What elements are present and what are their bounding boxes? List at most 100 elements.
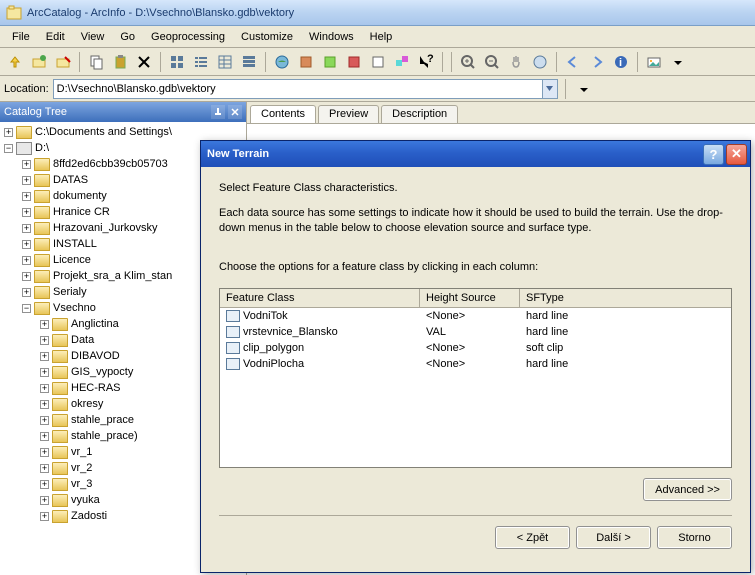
tree-node-label: stahle_prace (71, 414, 134, 426)
cancel-button[interactable]: Storno (657, 526, 732, 549)
launch-arcmap-icon[interactable] (271, 51, 293, 73)
sftype-cell[interactable]: soft clip (520, 341, 731, 355)
back-icon[interactable] (562, 51, 584, 73)
location-dropdown-icon[interactable] (543, 79, 558, 99)
sftype-cell[interactable]: hard line (520, 309, 731, 323)
expand-icon[interactable]: + (40, 512, 49, 521)
expand-icon[interactable]: + (40, 448, 49, 457)
tool5-icon[interactable] (391, 51, 413, 73)
expand-icon[interactable]: + (40, 464, 49, 473)
zoom-in-icon[interactable] (457, 51, 479, 73)
expand-icon[interactable]: + (40, 496, 49, 505)
location-input[interactable]: D:\Vsechno\Blansko.gdb\vektory (53, 79, 543, 99)
tab-preview[interactable]: Preview (318, 105, 379, 123)
tab-contents[interactable]: Contents (250, 105, 316, 123)
height-source-cell[interactable]: VAL (420, 325, 520, 339)
catalog-tree-header: Catalog Tree (0, 102, 246, 122)
expand-icon[interactable]: + (40, 368, 49, 377)
pin-icon[interactable] (211, 105, 225, 119)
tree-node-label: 8ffd2ed6cbb39cb05703 (53, 158, 168, 170)
height-source-cell[interactable]: <None> (420, 357, 520, 371)
menu-help[interactable]: Help (362, 28, 401, 46)
menu-view[interactable]: View (73, 28, 113, 46)
expand-icon[interactable]: + (22, 288, 31, 297)
menu-customize[interactable]: Customize (233, 28, 301, 46)
collapse-icon[interactable]: − (4, 144, 13, 153)
folder-icon (34, 302, 50, 315)
full-extent-icon[interactable] (529, 51, 551, 73)
large-icons-icon[interactable] (166, 51, 188, 73)
expand-icon[interactable]: + (22, 240, 31, 249)
folder-icon (52, 350, 68, 363)
expand-icon[interactable]: + (40, 480, 49, 489)
zoom-out-icon[interactable] (481, 51, 503, 73)
menu-file[interactable]: File (4, 28, 38, 46)
advanced-button[interactable]: Advanced >> (643, 478, 732, 501)
paste-icon[interactable] (109, 51, 131, 73)
tool4-icon[interactable] (367, 51, 389, 73)
menu-geoprocessing[interactable]: Geoprocessing (143, 28, 233, 46)
disconnect-folder-icon[interactable] (52, 51, 74, 73)
close-panel-icon[interactable] (228, 105, 242, 119)
collapse-icon[interactable]: − (22, 304, 31, 313)
expand-icon[interactable]: + (40, 416, 49, 425)
menu-edit[interactable]: Edit (38, 28, 73, 46)
expand-icon[interactable]: + (22, 256, 31, 265)
tool-icon[interactable] (295, 51, 317, 73)
expand-icon[interactable]: + (40, 384, 49, 393)
col-sftype[interactable]: SFType (520, 289, 731, 307)
tree-node-label: Vsechno (53, 302, 96, 314)
menu-go[interactable]: Go (112, 28, 143, 46)
feature-class-icon (226, 310, 240, 322)
expand-icon[interactable]: + (22, 176, 31, 185)
thumbnails-icon[interactable] (238, 51, 260, 73)
pan-icon[interactable] (505, 51, 527, 73)
feature-class-table[interactable]: Feature Class Height Source SFType Vodni… (219, 288, 732, 468)
table-row[interactable]: vrstevnice_BlanskoVALhard line (220, 324, 731, 340)
expand-icon[interactable]: + (40, 352, 49, 361)
expand-icon[interactable]: + (40, 320, 49, 329)
tool2-icon[interactable] (319, 51, 341, 73)
details-icon[interactable] (214, 51, 236, 73)
connect-folder-icon[interactable] (28, 51, 50, 73)
height-source-cell[interactable]: <None> (420, 341, 520, 355)
expand-icon[interactable]: + (22, 192, 31, 201)
dialog-titlebar[interactable]: New Terrain ? ✕ (201, 141, 750, 167)
tab-description[interactable]: Description (381, 105, 458, 123)
toolbar-options2-icon[interactable] (573, 78, 595, 100)
next-button[interactable]: Další > (576, 526, 651, 549)
menu-windows[interactable]: Windows (301, 28, 362, 46)
height-source-cell[interactable]: <None> (420, 309, 520, 323)
table-row[interactable]: VodniPlocha<None>hard line (220, 356, 731, 372)
feature-class-icon (226, 326, 240, 338)
create-thumbnail-icon[interactable] (643, 51, 665, 73)
tool3-icon[interactable] (343, 51, 365, 73)
sftype-cell[interactable]: hard line (520, 357, 731, 371)
delete-icon[interactable] (133, 51, 155, 73)
up-one-level-icon[interactable] (4, 51, 26, 73)
toolbar-options-icon[interactable] (667, 51, 689, 73)
expand-icon[interactable]: + (22, 160, 31, 169)
table-row[interactable]: clip_polygon<None>soft clip (220, 340, 731, 356)
col-feature-class[interactable]: Feature Class (220, 289, 420, 307)
identify-icon[interactable]: i (610, 51, 632, 73)
tree-node[interactable]: +C:\Documents and Settings\ (0, 124, 246, 140)
expand-icon[interactable]: + (22, 224, 31, 233)
back-button[interactable]: < Zpět (495, 526, 570, 549)
expand-icon[interactable]: + (22, 272, 31, 281)
expand-icon[interactable]: + (40, 400, 49, 409)
whats-this-icon[interactable]: ? (415, 51, 437, 73)
table-row[interactable]: VodniTok<None>hard line (220, 308, 731, 324)
col-height-source[interactable]: Height Source (420, 289, 520, 307)
dialog-help-button[interactable]: ? (703, 144, 724, 165)
tree-node-label: GIS_vypocty (71, 366, 133, 378)
expand-icon[interactable]: + (22, 208, 31, 217)
sftype-cell[interactable]: hard line (520, 325, 731, 339)
expand-icon[interactable]: + (4, 128, 13, 137)
expand-icon[interactable]: + (40, 432, 49, 441)
expand-icon[interactable]: + (40, 336, 49, 345)
forward-icon[interactable] (586, 51, 608, 73)
list-icon[interactable] (190, 51, 212, 73)
copy-icon[interactable] (85, 51, 107, 73)
dialog-close-button[interactable]: ✕ (726, 144, 747, 165)
